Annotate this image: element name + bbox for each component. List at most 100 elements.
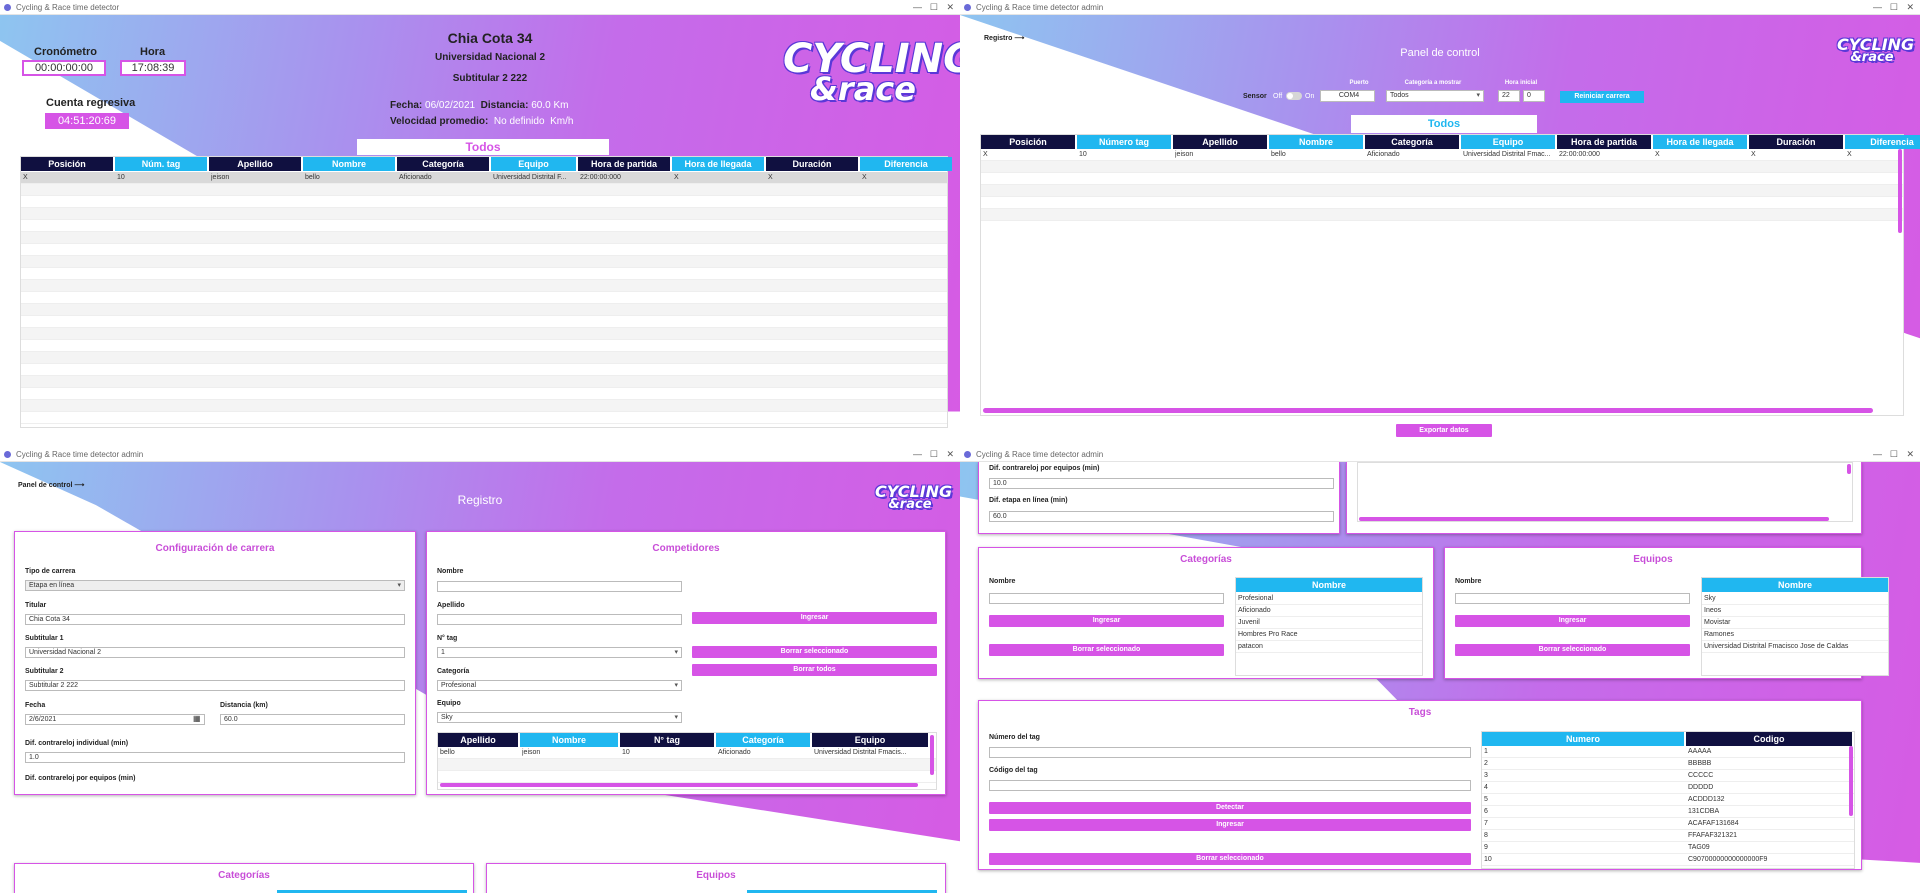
close-icon[interactable]: ✕ <box>1906 447 1914 462</box>
table-row[interactable] <box>981 161 1903 173</box>
close-icon[interactable]: ✕ <box>946 447 954 462</box>
table-row[interactable]: X 10 jeison bello Aficionado Universidad Dist… <box>981 149 1903 161</box>
codigo-tag-input[interactable] <box>989 780 1471 791</box>
apellido-input[interactable] <box>437 614 682 625</box>
minimize-icon[interactable]: — <box>913 447 922 462</box>
table-row[interactable] <box>981 185 1903 197</box>
detectar-button[interactable]: Detectar <box>989 802 1471 814</box>
tag-borrar-button[interactable]: Borrar seleccionado <box>989 853 1471 865</box>
table-row[interactable] <box>21 340 947 352</box>
table-header-1[interactable]: Núm. tag <box>115 157 207 171</box>
table-row[interactable] <box>21 388 947 400</box>
maximize-icon[interactable]: ☐ <box>930 0 938 15</box>
table-row[interactable] <box>21 364 947 376</box>
table-header-2[interactable]: N° tag <box>620 733 714 747</box>
vertical-scrollbar[interactable] <box>1898 149 1902 233</box>
table-row[interactable] <box>981 197 1903 209</box>
table-row[interactable] <box>21 220 947 232</box>
list-item[interactable]: Ineos <box>1702 605 1888 617</box>
list-item[interactable]: Aficionado <box>1236 605 1422 617</box>
table-header-5[interactable]: Equipo <box>1461 135 1555 149</box>
nav-panel-control-link[interactable]: Panel de control ⟶ <box>18 481 84 489</box>
table-header-0[interactable]: Apellido <box>438 733 518 747</box>
table-row[interactable]: 2 BBBBB <box>1482 758 1854 770</box>
borrar-seleccionado-button[interactable]: Borrar seleccionado <box>692 646 937 658</box>
dif-equipos-input[interactable]: 10.0 <box>989 478 1334 489</box>
table-header-0[interactable]: Posición <box>21 157 113 171</box>
list-item[interactable]: Hombres Pro Race <box>1236 629 1422 641</box>
maximize-icon[interactable]: ☐ <box>930 447 938 462</box>
table-header-7[interactable]: Hora de llegada <box>672 157 764 171</box>
table-row[interactable] <box>21 304 947 316</box>
calendar-icon[interactable]: ▦ <box>193 714 201 723</box>
equipo-select[interactable]: Sky <box>437 712 682 723</box>
table-row[interactable] <box>21 280 947 292</box>
close-icon[interactable]: ✕ <box>1906 0 1914 15</box>
table-row[interactable] <box>21 244 947 256</box>
list-item[interactable]: patacon <box>1236 641 1422 653</box>
list-item[interactable]: Sky <box>1702 593 1888 605</box>
titular-input[interactable]: Chia Cota 34 <box>25 614 405 625</box>
table-row[interactable]: 7 ACAFAF131684 <box>1482 818 1854 830</box>
table-header-3[interactable]: Nombre <box>303 157 395 171</box>
horizontal-scrollbar[interactable] <box>983 408 1873 413</box>
table-row[interactable]: 10 C90700000000000000F9 <box>1482 854 1854 866</box>
table-row[interactable] <box>21 184 947 196</box>
horizontal-scrollbar[interactable] <box>440 783 918 787</box>
subtitular2-input[interactable]: Subtitular 2 222 <box>25 680 405 691</box>
table-row[interactable] <box>21 232 947 244</box>
list-item[interactable]: Profesional <box>1236 593 1422 605</box>
table-row[interactable]: 6 131CDBA <box>1482 806 1854 818</box>
dif-individual-input[interactable]: 1.0 <box>25 752 405 763</box>
vertical-scrollbar[interactable] <box>1849 746 1853 816</box>
reiniciar-carrera-button[interactable]: Reiniciar carrera <box>1560 91 1644 103</box>
table-header-1[interactable]: Número tag <box>1077 135 1171 149</box>
table-row[interactable]: 1 AAAAA <box>1482 746 1854 758</box>
table-row[interactable] <box>438 771 936 783</box>
table-header-9[interactable]: Diferencia <box>860 157 952 171</box>
fecha-input[interactable]: 2/6/2021 <box>25 714 205 725</box>
tipo-carrera-select[interactable]: Etapa en línea <box>25 580 405 591</box>
vertical-scrollbar[interactable] <box>930 735 934 775</box>
table-row[interactable]: 5 ACDDD132 <box>1482 794 1854 806</box>
table-row[interactable] <box>981 209 1903 221</box>
table-header-4[interactable]: Equipo <box>812 733 928 747</box>
table-row[interactable] <box>21 352 947 364</box>
hora-inicial-hours[interactable]: 22 <box>1498 90 1520 102</box>
table-header-2[interactable]: Apellido <box>209 157 301 171</box>
table-row[interactable] <box>21 196 947 208</box>
table-row[interactable] <box>21 412 947 424</box>
tag-select[interactable]: 1 <box>437 647 682 658</box>
maximize-icon[interactable]: ☐ <box>1890 447 1898 462</box>
table-row[interactable] <box>21 268 947 280</box>
table-row[interactable] <box>21 376 947 388</box>
table-row[interactable] <box>21 208 947 220</box>
horizontal-scrollbar[interactable] <box>1359 517 1829 521</box>
maximize-icon[interactable]: ☐ <box>1890 0 1898 15</box>
nav-registro-link[interactable]: Registro ⟶ <box>984 34 1024 42</box>
table-header-8[interactable]: Duración <box>766 157 858 171</box>
numero-tag-input[interactable] <box>989 747 1471 758</box>
exportar-datos-button[interactable]: Exportar datos <box>1396 424 1492 437</box>
table-header-9[interactable]: Diferencia <box>1845 135 1920 149</box>
table-row[interactable]: X 10 jeison bello Aficionado Universidad Dist… <box>21 172 947 184</box>
table-row[interactable] <box>21 328 947 340</box>
table-row[interactable] <box>21 256 947 268</box>
table-row[interactable]: 9 TAG09 <box>1482 842 1854 854</box>
table-header-4[interactable]: Categoría <box>1365 135 1459 149</box>
table-header-1[interactable]: Nombre <box>520 733 618 747</box>
tab-todos[interactable]: Todos <box>357 139 609 155</box>
ingresar-button[interactable]: Ingresar <box>692 612 937 624</box>
table-header-3[interactable]: Categoría <box>716 733 810 747</box>
table-header-0[interactable]: Posición <box>981 135 1075 149</box>
table-row[interactable] <box>21 292 947 304</box>
categoria-select[interactable]: Profesional <box>437 680 682 691</box>
table-header-4[interactable]: Categoría <box>397 157 489 171</box>
distancia-input[interactable]: 60.0 <box>220 714 405 725</box>
sensor-toggle[interactable] <box>1286 92 1302 100</box>
table-row[interactable] <box>21 316 947 328</box>
borrar-todos-button[interactable]: Borrar todos <box>692 664 937 676</box>
minimize-icon[interactable]: — <box>1873 447 1882 462</box>
tab-todos[interactable]: Todos <box>1351 115 1537 133</box>
table-header-3[interactable]: Nombre <box>1269 135 1363 149</box>
